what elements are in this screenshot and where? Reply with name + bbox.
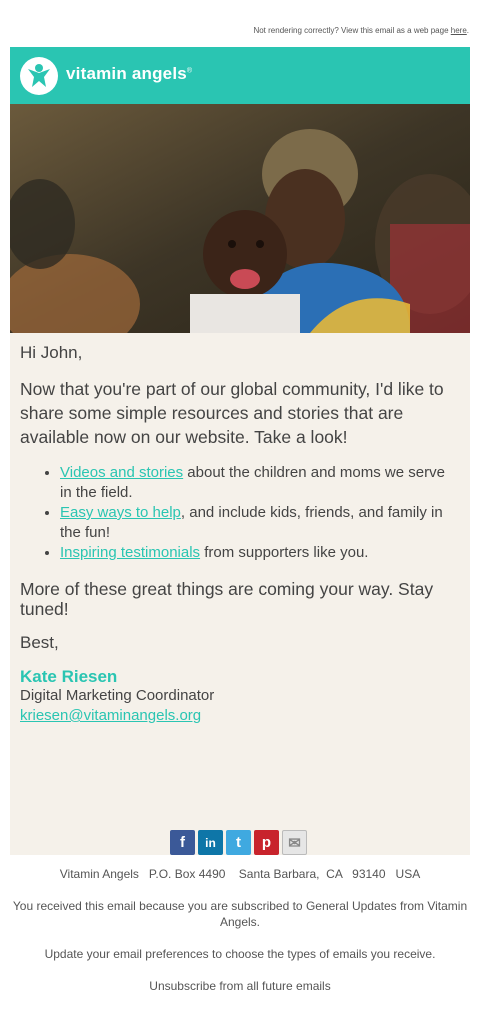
angel-logo-icon[interactable] [20, 57, 58, 95]
header-banner: vitamin angels® [10, 47, 470, 104]
intro-paragraph: Now that you're part of our global commu… [20, 379, 444, 447]
preheader-suffix: . [466, 26, 469, 35]
videos-stories-link[interactable]: Videos and stories [60, 464, 183, 481]
list-item: Inspiring testimonials from supporters l… [60, 543, 460, 563]
email-icon[interactable]: ✉ [282, 830, 307, 855]
letter-body: Hi John, Now that you're part of our glo… [10, 333, 470, 855]
photo-mother-and-baby-icon [10, 104, 470, 333]
brand-wordmark: vitamin angels [66, 64, 187, 83]
resource-list: Videos and stories about the children an… [20, 463, 460, 563]
greeting: Hi John, [20, 343, 83, 362]
view-web-link[interactable]: here [451, 26, 467, 35]
signature-name: Kate Riesen [20, 667, 118, 686]
brand-trademark: ® [186, 67, 193, 75]
preheader: Not rendering correctly? View this email… [253, 26, 469, 35]
twitter-glyph: t [236, 834, 241, 851]
footer-subscribed: You received this email because you are … [12, 899, 468, 929]
brand-name[interactable]: vitamin angels® [66, 64, 192, 84]
twitter-icon[interactable]: t [226, 830, 251, 855]
update-preferences-link[interactable]: Update your email preferences to choose … [10, 946, 470, 962]
list-item-text: from supporters like you. [200, 544, 369, 561]
easy-ways-link[interactable]: Easy ways to help [60, 504, 181, 521]
linkedin-glyph: in [205, 835, 216, 850]
pinterest-glyph: p [261, 834, 272, 851]
footer-address: Vitamin Angels P.O. Box 4490 Santa Barba… [59, 867, 421, 881]
list-item: Videos and stories about the children an… [60, 463, 460, 503]
hero-image[interactable] [10, 104, 470, 333]
pinterest-icon[interactable]: p [254, 830, 279, 855]
email-glyph: ✉ [288, 834, 301, 852]
facebook-icon[interactable]: f [170, 830, 195, 855]
signature-title: Digital Marketing Coordinator [20, 687, 215, 704]
testimonials-link[interactable]: Inspiring testimonials [60, 544, 200, 561]
social-links: f in t p ✉ [170, 830, 307, 855]
linkedin-icon[interactable]: in [198, 830, 223, 855]
unsubscribe-link[interactable]: Unsubscribe from all future emails [10, 978, 470, 994]
signature-email-link[interactable]: kriesen@vitaminangels.org [20, 707, 201, 724]
facebook-glyph: f [180, 834, 185, 851]
signoff: Best, [20, 633, 59, 652]
closing-paragraph: More of these great things are coming yo… [20, 579, 434, 619]
list-item: Easy ways to help, and include kids, fri… [60, 503, 460, 543]
preheader-text: Not rendering correctly? View this email… [253, 26, 451, 35]
